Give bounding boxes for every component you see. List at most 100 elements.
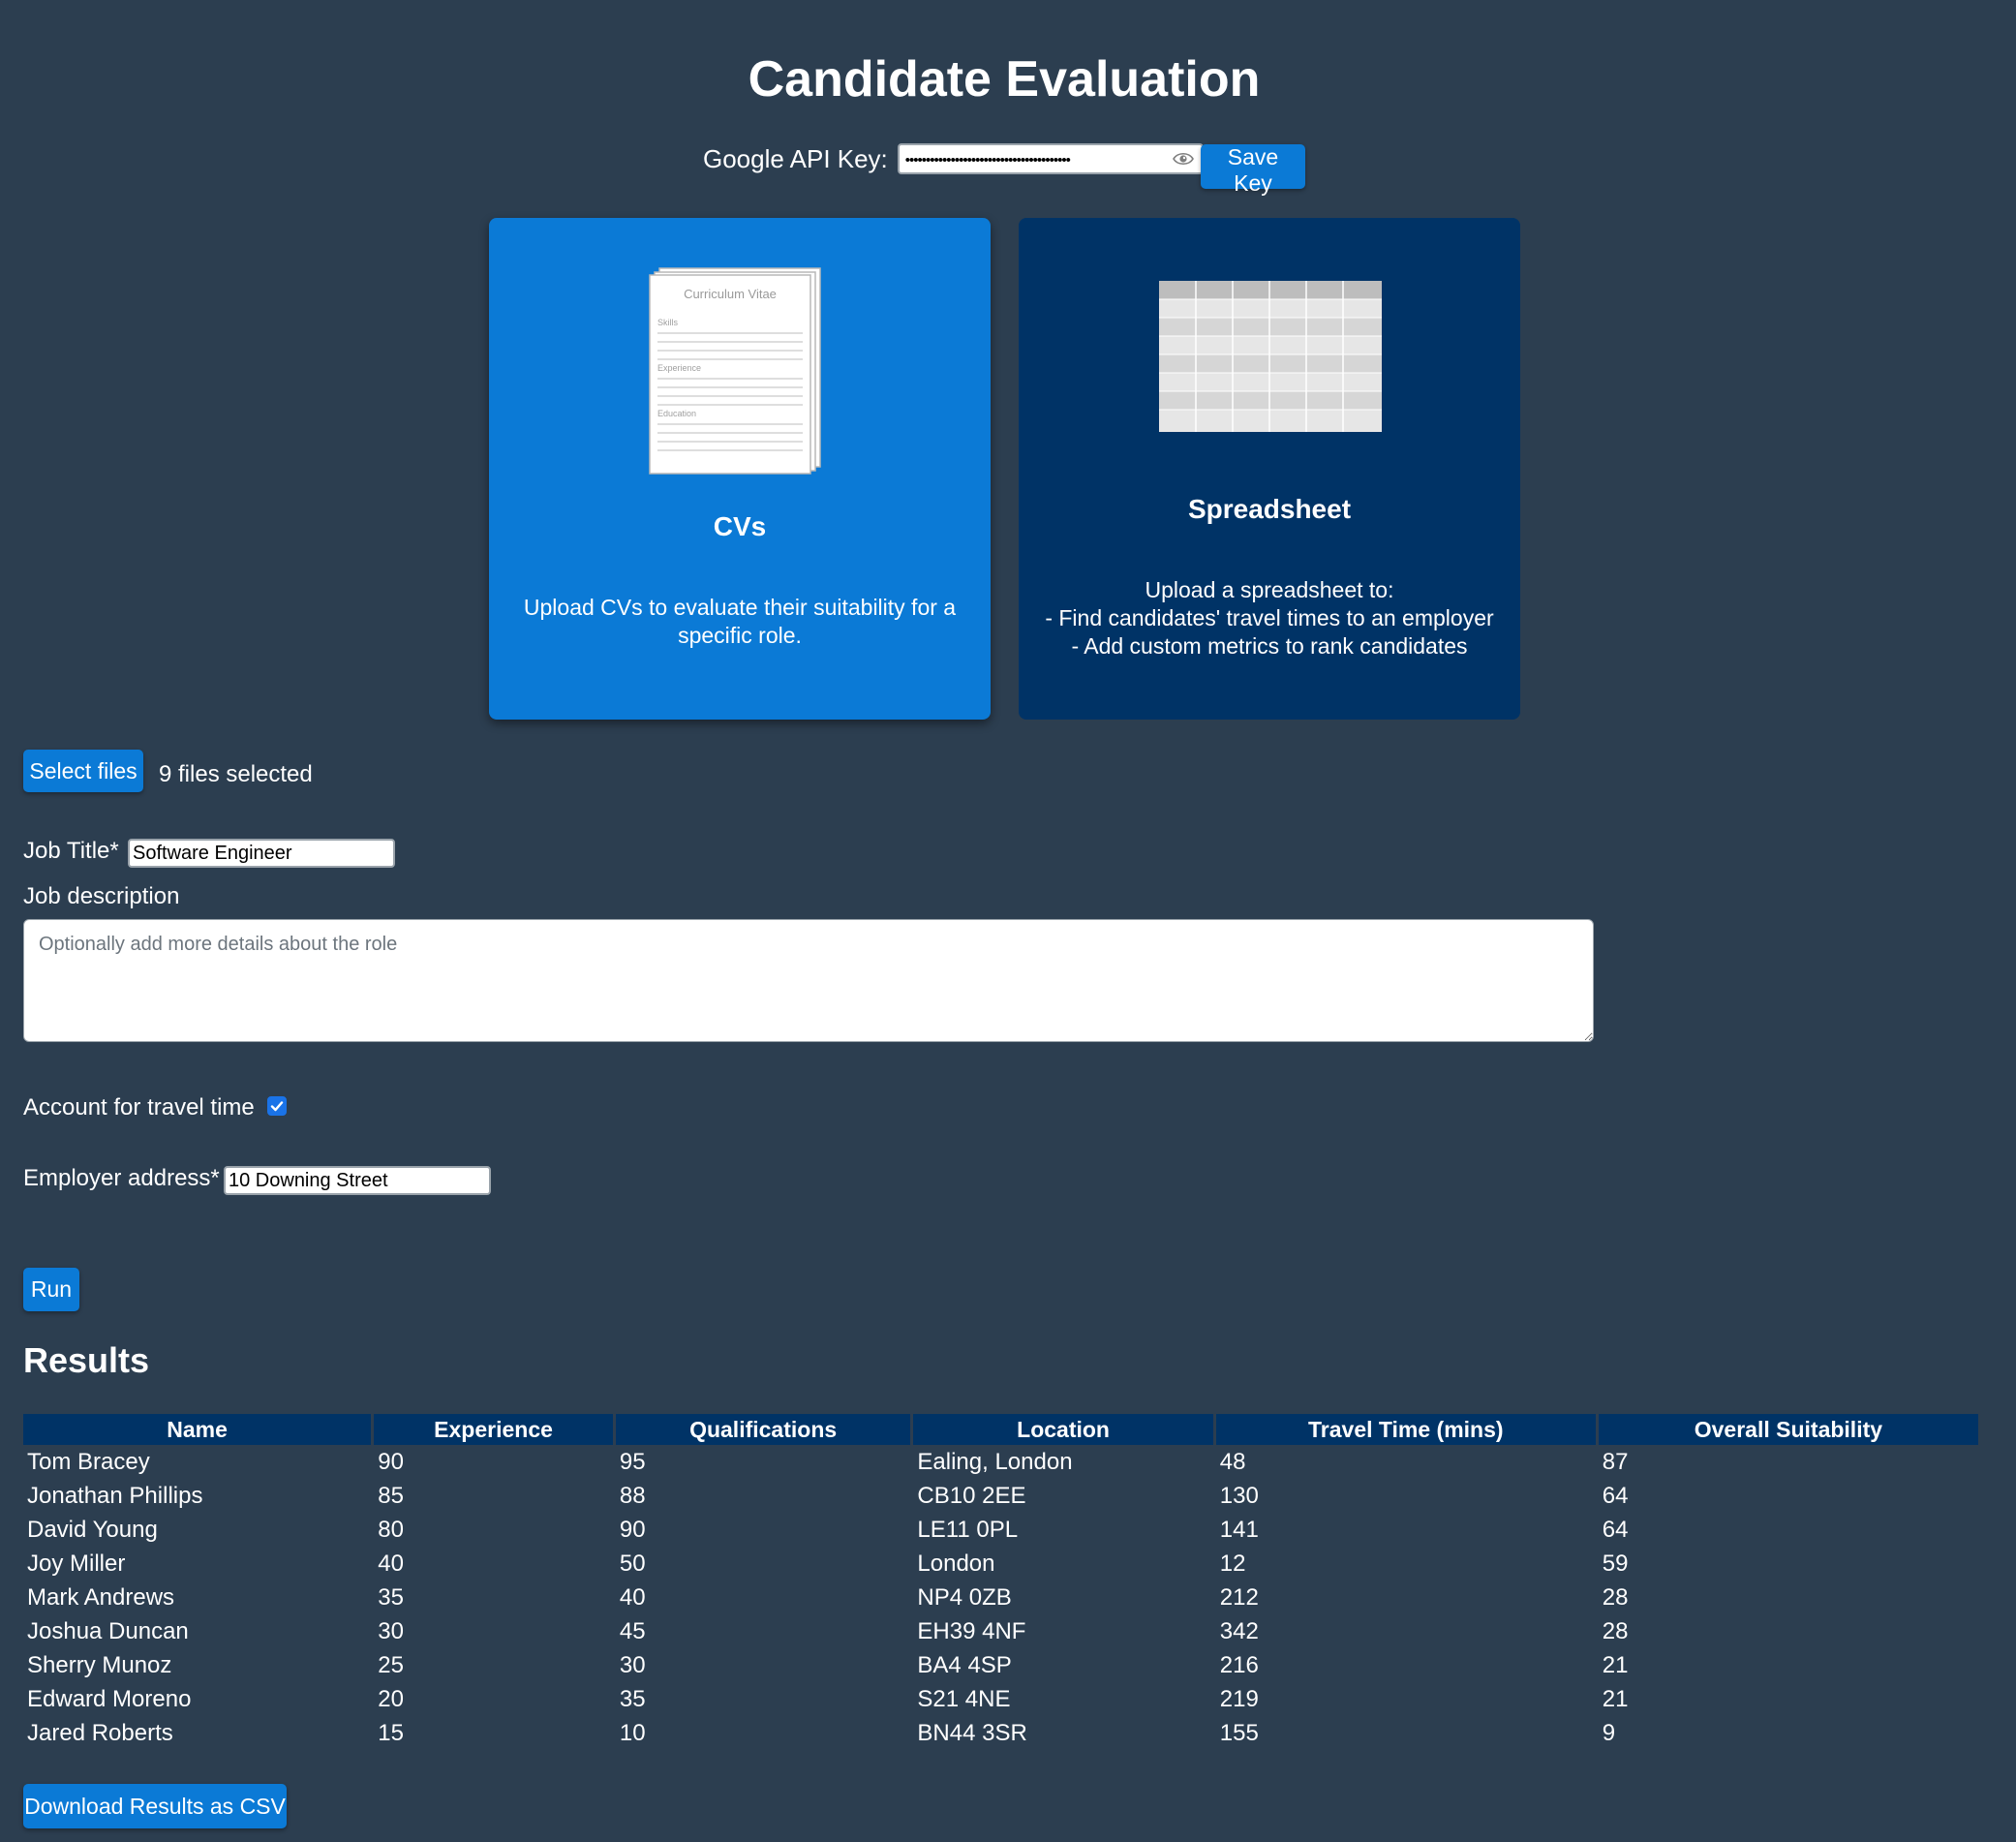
table-row: David Young 80 90 LE11 0PL 141 64 xyxy=(23,1513,1978,1547)
cell-qualifications: 35 xyxy=(619,1685,646,1712)
cell-experience: 35 xyxy=(378,1583,404,1611)
cell-travel-time: 141 xyxy=(1219,1516,1259,1543)
spreadsheet-card[interactable]: Spreadsheet Upload a spreadsheet to: - F… xyxy=(1019,218,1520,720)
cell-overall-suitability: 87 xyxy=(1602,1448,1629,1475)
cell-qualifications: 40 xyxy=(619,1583,646,1611)
spreadsheet-card-description: Upload a spreadsheet to: - Find candidat… xyxy=(1045,577,1494,659)
table-row: Jared Roberts 15 10 BN44 3SR 155 9 xyxy=(23,1716,1978,1750)
files-selected-status: 9 files selected xyxy=(159,761,313,787)
cell-location: LE11 0PL xyxy=(917,1516,1019,1543)
employer-address-input[interactable] xyxy=(224,1166,491,1195)
cell-travel-time: 216 xyxy=(1219,1651,1259,1678)
api-key-input[interactable] xyxy=(902,147,1169,172)
cell-qualifications: 95 xyxy=(619,1448,646,1475)
cell-travel-time: 130 xyxy=(1219,1482,1259,1509)
cv-document-icon: Curriculum Vitae Skills Experience Educa… xyxy=(649,267,821,475)
travel-time-checkbox[interactable] xyxy=(267,1096,287,1116)
cv-section-education: Education xyxy=(657,409,696,418)
cell-name: David Young xyxy=(27,1516,158,1543)
download-csv-button[interactable]: Download Results as CSV xyxy=(23,1784,287,1828)
cell-location: BA4 4SP xyxy=(917,1651,1012,1678)
cell-location: London xyxy=(917,1550,995,1577)
api-key-row: Google API Key: xyxy=(703,143,1221,174)
column-header-qualifications[interactable]: Qualifications xyxy=(615,1414,911,1445)
cell-location: BN44 3SR xyxy=(917,1719,1027,1746)
column-header-experience[interactable]: Experience xyxy=(374,1414,613,1445)
cell-location: EH39 4NF xyxy=(917,1617,1026,1644)
cell-name: Jonathan Phillips xyxy=(27,1482,203,1509)
api-key-label: Google API Key: xyxy=(703,143,888,173)
checkmark-icon xyxy=(270,1101,284,1112)
cell-overall-suitability: 9 xyxy=(1602,1719,1616,1746)
cell-travel-time: 219 xyxy=(1219,1685,1259,1712)
cell-name: Joshua Duncan xyxy=(27,1617,189,1644)
results-table: Name Experience Qualifications Location … xyxy=(20,1414,1981,1750)
table-row: Joy Miller 40 50 London 12 59 xyxy=(23,1547,1978,1581)
travel-time-label: Account for travel time xyxy=(23,1094,255,1121)
cell-location: S21 4NE xyxy=(917,1685,1011,1712)
cell-experience: 30 xyxy=(378,1617,404,1644)
employer-address-label: Employer address* xyxy=(23,1165,220,1191)
cell-travel-time: 48 xyxy=(1219,1448,1246,1475)
cell-name: Joy Miller xyxy=(27,1550,126,1577)
cell-travel-time: 212 xyxy=(1219,1583,1259,1611)
cell-name: Sherry Munoz xyxy=(27,1651,172,1678)
cvs-card-title: CVs xyxy=(713,511,767,541)
cv-heading-text: Curriculum Vitae xyxy=(684,287,777,301)
job-description-textarea[interactable] xyxy=(23,919,1594,1042)
column-header-overall-suitability[interactable]: Overall Suitability xyxy=(1598,1414,1978,1445)
page-title: Candidate Evaluation xyxy=(748,51,1261,107)
spreadsheet-card-title: Spreadsheet xyxy=(1187,494,1352,524)
cell-qualifications: 50 xyxy=(619,1550,646,1577)
cell-qualifications: 90 xyxy=(619,1516,646,1543)
table-row: Mark Andrews 35 40 NP4 0ZB 212 28 xyxy=(23,1581,1978,1614)
cvs-card-description: Upload CVs to evaluate their suitability… xyxy=(523,595,957,648)
api-key-field[interactable] xyxy=(897,143,1204,174)
cell-qualifications: 30 xyxy=(619,1651,646,1678)
cell-overall-suitability: 21 xyxy=(1602,1651,1629,1678)
file-selection-row: Select files 9 files selected xyxy=(23,750,313,792)
cell-qualifications: 45 xyxy=(619,1617,646,1644)
select-files-button[interactable]: Select files xyxy=(23,750,143,792)
cvs-card[interactable]: Curriculum Vitae Skills Experience Educa… xyxy=(489,218,991,720)
cell-experience: 80 xyxy=(378,1516,404,1543)
table-row: Joshua Duncan 30 45 EH39 4NF 342 28 xyxy=(23,1614,1978,1648)
cell-experience: 85 xyxy=(378,1482,404,1509)
job-description-label: Job description xyxy=(23,883,180,909)
cell-qualifications: 88 xyxy=(619,1482,646,1509)
cell-overall-suitability: 64 xyxy=(1602,1516,1629,1543)
column-header-travel-time[interactable]: Travel Time (mins) xyxy=(1215,1414,1596,1445)
results-heading: Results xyxy=(23,1340,150,1380)
cv-section-skills: Skills xyxy=(657,318,679,327)
table-row: Jonathan Phillips 85 88 CB10 2EE 130 64 xyxy=(23,1479,1978,1513)
eye-icon[interactable] xyxy=(1172,150,1194,168)
cell-travel-time: 12 xyxy=(1219,1550,1246,1577)
cell-name: Jared Roberts xyxy=(27,1719,173,1746)
cell-experience: 40 xyxy=(378,1550,404,1577)
results-header-row: Name Experience Qualifications Location … xyxy=(23,1414,1978,1445)
cell-overall-suitability: 59 xyxy=(1602,1550,1629,1577)
cell-location: NP4 0ZB xyxy=(917,1583,1012,1611)
cell-name: Tom Bracey xyxy=(27,1448,150,1475)
cell-travel-time: 155 xyxy=(1219,1719,1259,1746)
cell-location: CB10 2EE xyxy=(917,1482,1026,1509)
table-row: Sherry Munoz 25 30 BA4 4SP 216 21 xyxy=(23,1648,1978,1682)
column-header-name[interactable]: Name xyxy=(23,1414,372,1445)
cell-experience: 15 xyxy=(378,1719,404,1746)
table-row: Edward Moreno 20 35 S21 4NE 219 21 xyxy=(23,1682,1978,1716)
save-key-button[interactable]: Save Key xyxy=(1201,144,1305,196)
cell-overall-suitability: 28 xyxy=(1602,1583,1629,1611)
cell-name: Mark Andrews xyxy=(27,1583,175,1611)
column-header-location[interactable]: Location xyxy=(913,1414,1213,1445)
cell-experience: 25 xyxy=(378,1651,404,1678)
job-title-input[interactable] xyxy=(128,839,395,868)
cell-name: Edward Moreno xyxy=(27,1685,192,1712)
cell-qualifications: 10 xyxy=(619,1719,646,1746)
spreadsheet-icon xyxy=(1159,281,1382,432)
cell-experience: 90 xyxy=(378,1448,404,1475)
cell-travel-time: 342 xyxy=(1219,1617,1259,1644)
run-button[interactable]: Run xyxy=(23,1268,79,1311)
table-row: Tom Bracey 90 95 Ealing, London 48 87 xyxy=(23,1445,1978,1479)
cell-overall-suitability: 28 xyxy=(1602,1617,1629,1644)
cv-section-experience: Experience xyxy=(657,363,701,373)
